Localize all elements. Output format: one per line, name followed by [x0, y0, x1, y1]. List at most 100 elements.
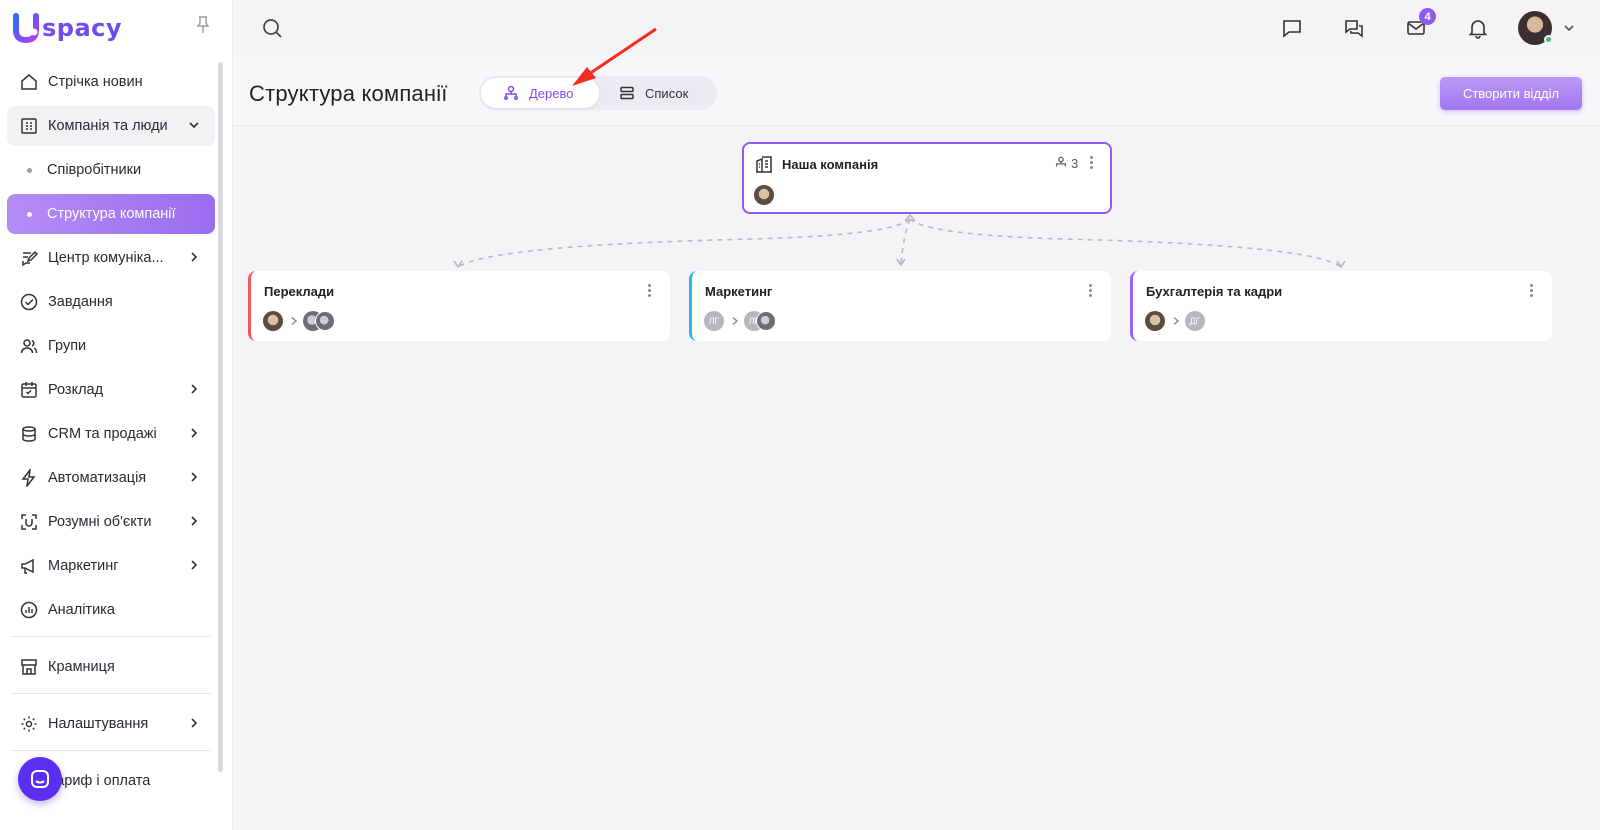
kebab-menu-icon[interactable]: [1530, 284, 1534, 299]
logo-text: spacy: [42, 14, 123, 42]
head-avatar[interactable]: ЛГ: [704, 311, 724, 331]
sidebar-item-groups[interactable]: Групи: [7, 326, 215, 366]
avatar[interactable]: [754, 185, 774, 205]
subunit-count: 3: [1071, 156, 1079, 171]
sidebar-item-label: Налаштування: [48, 716, 149, 732]
mail-badge: 4: [1419, 8, 1436, 25]
sidebar-item-settings[interactable]: Налаштування: [7, 704, 215, 744]
mail-icon[interactable]: 4: [1398, 8, 1436, 46]
sidebar-item-company[interactable]: Компанія та люди: [7, 106, 215, 146]
root-company-card[interactable]: Наша компанія 3: [742, 142, 1112, 214]
logo-mark-icon: [12, 12, 42, 44]
chevron-right-icon: [187, 514, 201, 528]
head-avatar[interactable]: [1145, 311, 1165, 331]
tab-tree[interactable]: Дерево: [481, 78, 599, 108]
sidebar-item-label: Центр комуніка...: [48, 250, 164, 266]
sidebar-item-news[interactable]: Стрічка новин: [7, 62, 215, 102]
chevron-right-icon: [291, 316, 298, 326]
sidebar-item-label: Групи: [48, 338, 87, 354]
sidebar-item-store[interactable]: Крамниця: [7, 647, 215, 687]
home-icon: [19, 72, 39, 92]
logo[interactable]: spacy: [12, 10, 122, 46]
chat-icon: [31, 770, 49, 788]
messages-icon[interactable]: [1336, 10, 1372, 46]
chevron-right-icon: [187, 250, 201, 264]
department-card[interactable]: Переклади: [248, 271, 670, 341]
tab-list-label: Список: [645, 85, 689, 101]
member-avatar[interactable]: [315, 311, 335, 331]
chevron-right-icon: [187, 558, 201, 572]
kebab-menu-icon[interactable]: [1089, 284, 1093, 299]
sidebar-item-label: Аналітика: [48, 602, 115, 618]
sidebar: spacy Стрічка новин Компанія та люди Спі…: [0, 0, 233, 830]
tab-list[interactable]: Список: [605, 78, 715, 108]
sidebar-item-smart-objects[interactable]: Розумні об'єкти: [7, 502, 215, 542]
users-icon: [19, 336, 39, 356]
divider: [11, 750, 211, 751]
sidebar-item-label: Структура компанії: [47, 206, 176, 222]
tree-icon: [504, 85, 518, 100]
lightning-icon: [19, 468, 39, 488]
sidebar-item-label: Тариф і оплата: [48, 773, 151, 789]
sidebar-nav: Стрічка новин Компанія та люди Співробіт…: [7, 62, 215, 805]
sidebar-item-label: Компанія та люди: [48, 118, 168, 134]
tab-tree-label: Дерево: [529, 85, 574, 101]
sidebar-item-marketing[interactable]: Маркетинг: [7, 546, 215, 586]
sidebar-item-label: Маркетинг: [48, 558, 119, 574]
create-department-button[interactable]: Створити відділ: [1440, 77, 1582, 110]
user-avatar[interactable]: [1518, 11, 1553, 45]
sidebar-item-label: Розумні об'єкти: [48, 514, 152, 530]
calendar-icon: [19, 380, 39, 400]
department-card[interactable]: Бухгалтерія та кадри ДГ: [1130, 271, 1552, 341]
sidebar-item-label: Крамниця: [48, 659, 115, 675]
department-card[interactable]: Маркетинг ЛГ ЛГ: [689, 271, 1111, 341]
sidebar-item-label: Автоматизація: [48, 470, 147, 486]
chat-icon[interactable]: [1274, 10, 1310, 46]
check-circle-icon: [19, 292, 39, 312]
sidebar-item-company-structure[interactable]: Структура компанії: [7, 194, 215, 234]
kebab-menu-icon[interactable]: [1090, 156, 1094, 171]
sidebar-item-label: CRM та продажі: [48, 426, 157, 442]
search-icon[interactable]: [261, 17, 283, 44]
sidebar-item-label: Стрічка новин: [48, 74, 143, 90]
list-icon: [620, 86, 634, 100]
sidebar-item-label: Співробітники: [47, 162, 142, 178]
structure-icon: [1055, 156, 1067, 167]
member-avatar[interactable]: ДГ: [1185, 311, 1205, 331]
sidebar-scrollbar[interactable]: [218, 62, 223, 772]
sidebar-item-crm[interactable]: CRM та продажі: [7, 414, 215, 454]
bell-icon[interactable]: [1460, 10, 1496, 46]
online-status-icon: [1544, 35, 1553, 44]
department-title: Переклади: [264, 284, 335, 299]
divider: [11, 636, 211, 637]
pin-icon[interactable]: [196, 16, 214, 36]
chevron-down-icon[interactable]: [1562, 21, 1576, 35]
chevron-right-icon: [187, 470, 201, 484]
sidebar-item-communication[interactable]: Центр комуніка...: [7, 238, 215, 278]
view-toggle: Дерево Список: [479, 76, 717, 110]
divider: [11, 693, 211, 694]
sidebar-item-tasks[interactable]: Завдання: [7, 282, 215, 322]
sidebar-item-schedule[interactable]: Розклад: [7, 370, 215, 410]
store-icon: [19, 657, 39, 677]
chevron-right-icon: [187, 382, 201, 396]
sidebar-item-label: Розклад: [48, 382, 104, 398]
megaphone-icon: [19, 556, 39, 576]
page-title: Структура компанії: [249, 81, 448, 106]
building-icon: [19, 116, 39, 136]
sidebar-item-employees[interactable]: Співробітники: [7, 150, 215, 190]
chevron-right-icon: [732, 316, 739, 326]
database-icon: [19, 424, 39, 444]
chevron-right-icon: [187, 426, 201, 440]
support-chat-button[interactable]: [18, 757, 62, 801]
chevron-right-icon: [187, 716, 201, 730]
sidebar-item-automation[interactable]: Автоматизація: [7, 458, 215, 498]
member-avatar[interactable]: [756, 311, 776, 331]
page-header: Структура компанії Дерево Список Створит…: [233, 56, 1600, 126]
department-title: Бухгалтерія та кадри: [1146, 284, 1283, 299]
sidebar-item-analytics[interactable]: Аналітика: [7, 590, 215, 630]
sidebar-item-label: Завдання: [48, 294, 113, 310]
kebab-menu-icon[interactable]: [648, 284, 652, 299]
chart-icon: [19, 600, 39, 620]
head-avatar[interactable]: [263, 311, 283, 331]
